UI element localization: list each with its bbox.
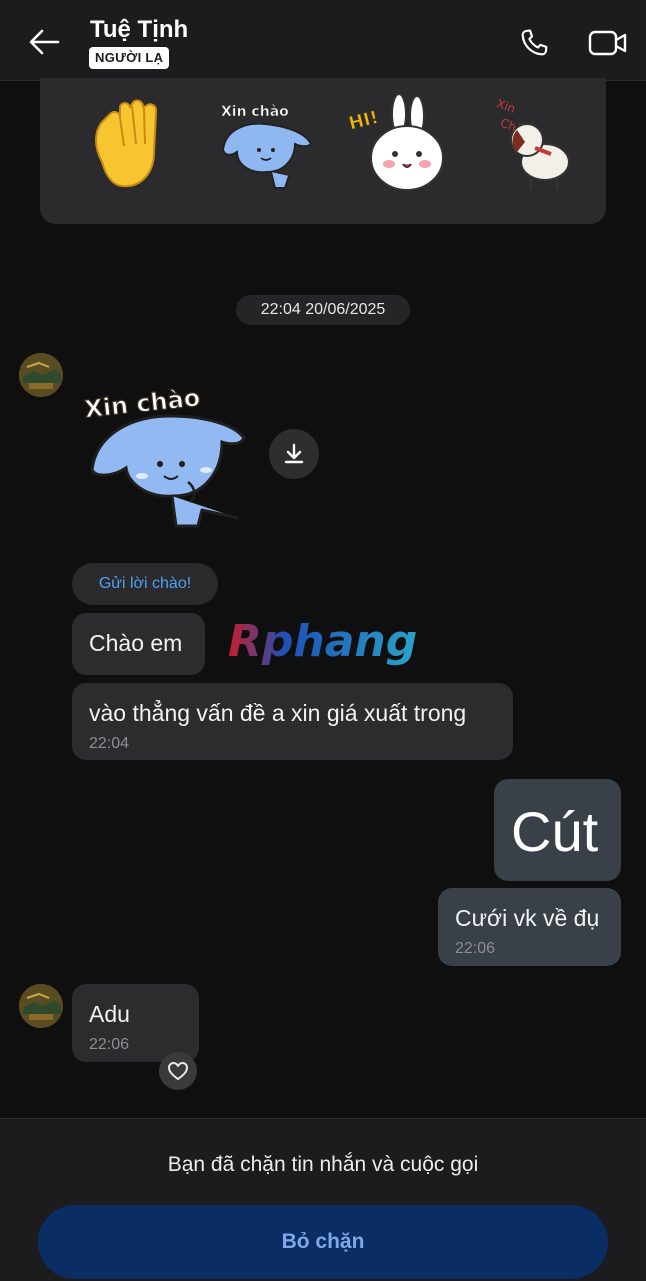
- message-time: 22:06: [89, 1036, 130, 1053]
- message-time: 22:06: [455, 940, 496, 957]
- xin-chao-cat-sticker-message[interactable]: Xin chào: [78, 372, 258, 537]
- blocked-notice: Bạn đã chặn tin nhắn và cuộc gọi: [167, 1153, 479, 1176]
- date-separator: 22:04 20/06/2025: [236, 295, 410, 325]
- contact-name[interactable]: Tuệ Tịnh: [90, 16, 188, 44]
- waving-hand-sticker[interactable]: [80, 92, 180, 202]
- video-camera-icon: [588, 30, 627, 56]
- message-text: Cưới vk về đụ: [455, 905, 600, 931]
- svg-text:Xin: Xin: [495, 96, 518, 116]
- phone-icon: [521, 29, 548, 56]
- message-bubble-incoming[interactable]: Adu 22:06: [72, 984, 199, 1062]
- blocked-panel: Bạn đã chặn tin nhắn và cuộc gọi Bỏ chặn: [0, 1118, 646, 1281]
- react-heart-button[interactable]: [159, 1052, 197, 1090]
- heart-icon: [168, 1062, 188, 1080]
- contact-avatar[interactable]: [19, 984, 63, 1028]
- message-bubble-outgoing[interactable]: Cưới vk về đụ 22:06: [438, 888, 621, 966]
- download-sticker-button[interactable]: [269, 429, 319, 479]
- avatar-image: [19, 984, 63, 1028]
- message-bubble-incoming[interactable]: vào thẳng vấn đề a xin giá xuất trong 22…: [72, 683, 513, 760]
- bunny-hi-sticker[interactable]: HI!: [345, 92, 445, 202]
- message-bubble-incoming[interactable]: Chào em: [72, 613, 205, 675]
- message-time: 22:04: [89, 735, 130, 752]
- sticker-suggestion-tray: Xin chào HI! Xin Chào: [40, 78, 606, 224]
- stranger-badge: NGƯỜI LẠ: [89, 47, 170, 69]
- back-button[interactable]: [22, 22, 66, 62]
- voice-call-button[interactable]: [512, 22, 556, 64]
- svg-text:Rphang: Rphang: [228, 616, 417, 667]
- dog-xin-chao-sticker[interactable]: Xin Chào: [485, 92, 585, 202]
- message-text: Cút: [511, 800, 599, 863]
- message-text: Chào em: [89, 630, 183, 656]
- avatar-image: [19, 353, 63, 397]
- download-icon: [284, 443, 304, 464]
- chat-header: Tuệ Tịnh NGƯỜI LẠ: [0, 0, 646, 81]
- contact-avatar[interactable]: [19, 353, 63, 397]
- message-text: vào thẳng vấn đề a xin giá xuất trong: [89, 700, 467, 726]
- message-bubble-outgoing[interactable]: Cút: [494, 779, 621, 881]
- video-call-button[interactable]: [584, 22, 632, 64]
- unblock-button[interactable]: Bỏ chặn: [38, 1205, 608, 1279]
- svg-text:Xin chào: Xin chào: [221, 104, 289, 120]
- send-greeting-chip[interactable]: Gửi lời chào!: [72, 563, 218, 605]
- svg-text:HI!: HI!: [347, 107, 381, 135]
- message-text: Adu: [89, 1001, 130, 1027]
- blue-cat-xin-chao-sticker[interactable]: Xin chào: [215, 92, 315, 202]
- arrow-left-icon: [29, 29, 60, 55]
- watermark-logo: Rphang: [226, 612, 422, 668]
